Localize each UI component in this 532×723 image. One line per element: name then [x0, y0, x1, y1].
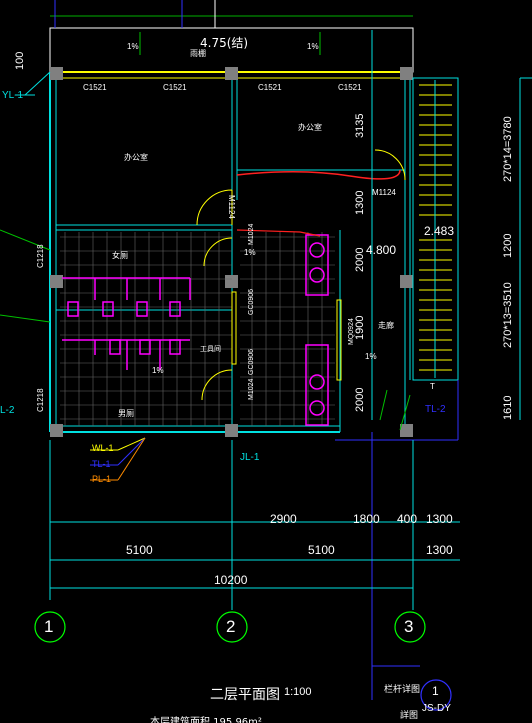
- column: [50, 67, 63, 80]
- detail-num: 1: [432, 684, 439, 698]
- detail-code: JS-DY: [422, 703, 451, 714]
- tile-grid: [60, 232, 335, 426]
- dim-far-2: 1200: [502, 233, 514, 258]
- room-office-right: 办公室: [298, 123, 322, 132]
- pipe-tl2: TL-2: [425, 404, 446, 415]
- column: [225, 424, 238, 437]
- pipe-legend-tl1: TL-1: [92, 459, 111, 469]
- pipe-legend-wl1: WL-1: [92, 443, 114, 453]
- pipe-l2: L-2: [0, 405, 15, 416]
- axis-label-1: 1: [44, 617, 54, 636]
- window-label: C1521: [258, 83, 282, 92]
- dim-row2-5100a: 5100: [126, 543, 153, 557]
- column: [400, 275, 413, 288]
- floor-plan: [0, 0, 532, 711]
- dim-2000b: 2000: [354, 387, 366, 412]
- room-wc-male: 男厕: [118, 409, 134, 418]
- room-office-left: 办公室: [124, 153, 148, 162]
- pipe-jl1: JL-1: [240, 452, 260, 463]
- dim-1300: 1300: [354, 190, 366, 215]
- slope-label: 1%: [127, 42, 139, 51]
- stair-level: 2.483: [424, 224, 455, 238]
- axis-label-3: 3: [404, 617, 414, 636]
- slope-label: 1%: [152, 366, 164, 375]
- window-label: C1218: [36, 244, 45, 268]
- dim-far-1: 270*14=3780: [502, 116, 514, 182]
- column: [50, 275, 63, 288]
- column: [225, 275, 238, 288]
- slab-level: 4.75(结): [200, 36, 249, 50]
- room-wc-female: 女厕: [112, 251, 128, 260]
- door-label: M1124: [227, 195, 236, 219]
- drawing-title: 二层平面图: [210, 687, 280, 703]
- dim-top-100: 100: [14, 51, 26, 70]
- column: [400, 424, 413, 437]
- pipe-legend-pl1: PL-1: [92, 474, 112, 484]
- blue-pipes: [335, 380, 459, 700]
- column: [225, 67, 238, 80]
- door-label: GC0906: [248, 288, 255, 315]
- dim-2000: 2000: [354, 247, 366, 272]
- door-label: GC0906: [248, 348, 255, 375]
- slope-label: 1%: [365, 352, 377, 361]
- dim-far-3: 270*13=3510: [502, 282, 514, 348]
- canopy-label: 雨棚: [190, 49, 206, 58]
- slope-label: 1%: [307, 42, 319, 51]
- dim-row1-2900: 2900: [270, 512, 297, 526]
- green-leaders: [0, 32, 388, 421]
- dim-row2-1300: 1300: [426, 543, 453, 557]
- column: [50, 424, 63, 437]
- detail-ref: 詳图: [400, 711, 419, 721]
- drawing-scale: 1:100: [284, 686, 312, 698]
- room-tool: 工具间: [200, 345, 221, 353]
- dim-row2-5100b: 5100: [308, 543, 335, 557]
- dim-3135: 3135: [354, 113, 366, 138]
- dim-row1-400: 400: [397, 512, 418, 526]
- toilet-stalls: [62, 234, 329, 426]
- slope-label: 1%: [244, 248, 256, 257]
- dim-row1-1800: 1800: [353, 512, 380, 526]
- door-label: M1024: [248, 378, 255, 400]
- window-label: C1521: [338, 83, 362, 92]
- dim-total: 10200: [214, 573, 248, 587]
- axis-label-2: 2: [226, 617, 236, 636]
- detail-label: 栏杆详图: [384, 685, 421, 695]
- room-corridor: 走廊: [378, 321, 394, 330]
- dim-far-4: 1610: [502, 395, 514, 420]
- leader: [24, 71, 51, 96]
- dim-1900: 1900: [354, 315, 366, 340]
- window-label: C1521: [83, 83, 107, 92]
- bottom-note: 本层建筑面积 195.96m²: [150, 717, 262, 723]
- door-label: M1024: [248, 223, 255, 245]
- window-label: C1521: [163, 83, 187, 92]
- stair-t: T: [430, 382, 435, 391]
- door-label: M1124: [372, 188, 396, 197]
- dim-row1-1300: 1300: [426, 512, 453, 526]
- cad-canvas: { "drawing": { "title": "二层平面图", "scale"…: [0, 0, 532, 723]
- pipe-yl1: YL-1: [2, 90, 24, 101]
- floor-level: 4.800: [366, 243, 397, 257]
- red-line: [236, 169, 401, 180]
- column: [400, 67, 413, 80]
- window-label: C1218: [36, 388, 45, 412]
